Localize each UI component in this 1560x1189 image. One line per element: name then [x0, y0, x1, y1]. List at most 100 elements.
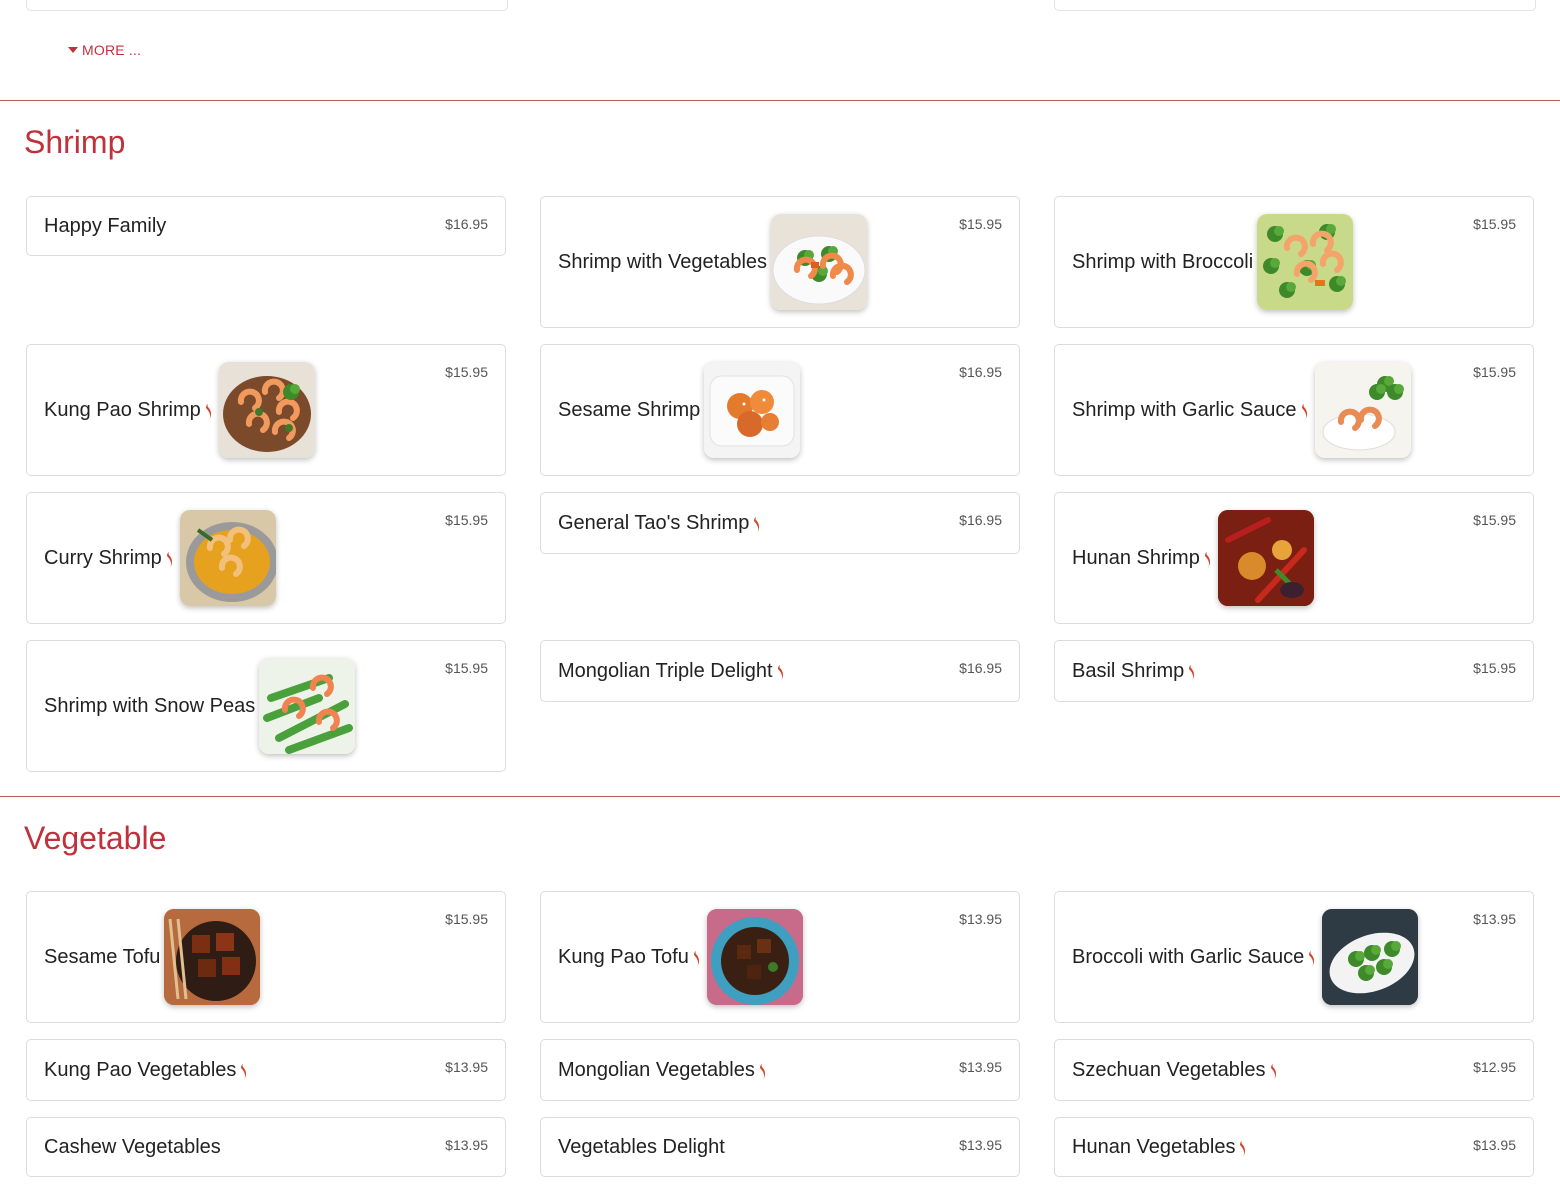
- menu-item-price: $15.95: [445, 364, 488, 380]
- dish-photo-shrimp-with-garlic-sauce[interactable]: [1314, 362, 1411, 458]
- shrimp-menu-grid: Happy Family $16.95 Shrimp with Vegetables…: [26, 196, 1534, 772]
- menu-item-name: Szechuan Vegetables: [1072, 1058, 1266, 1081]
- section-divider: [0, 796, 1560, 797]
- menu-item-card[interactable]: Hunan Shrimp $15.95: [1054, 492, 1534, 624]
- menu-item-price: $15.95: [445, 512, 488, 528]
- menu-item-name: Hunan Vegetables: [1072, 1135, 1236, 1158]
- chili-pepper-icon: [166, 551, 176, 571]
- menu-item-price: $16.95: [959, 660, 1002, 676]
- more-button[interactable]: MORE ...: [68, 42, 141, 58]
- dish-photo-sesame-shrimp[interactable]: [704, 362, 801, 458]
- menu-item-content: Basil Shrimp: [1072, 641, 1198, 701]
- menu-item-price: $15.95: [1473, 512, 1516, 528]
- menu-item-price: $13.95: [959, 911, 1002, 927]
- menu-item-content: Curry Shrimp: [44, 493, 276, 623]
- more-label: MORE ...: [82, 42, 142, 58]
- menu-item-price: $16.95: [959, 364, 1002, 380]
- menu-item-card[interactable]: Shrimp with Garlic Sauce $15.95: [1054, 344, 1534, 476]
- menu-item-content: Sesame Tofu: [44, 892, 261, 1022]
- menu-item-card[interactable]: Mongolian Vegetables $13.95: [540, 1039, 1020, 1101]
- menu-item-price: $15.95: [445, 911, 488, 927]
- menu-item-card[interactable]: Hunan Vegetables $13.95: [1054, 1117, 1534, 1177]
- menu-item-price: $15.95: [1473, 216, 1516, 232]
- menu-item-name: Kung Pao Shrimp: [44, 398, 201, 421]
- menu-item-content: Mongolian Vegetables: [558, 1040, 769, 1100]
- vegetable-menu-grid: Sesame Tofu $15.95 Kung Pao Tofu $13.95 Broc…: [26, 891, 1534, 1181]
- chili-pepper-icon: [1270, 1063, 1280, 1083]
- menu-item-content: Kung Pao Vegetables: [44, 1040, 250, 1100]
- chili-pepper-icon: [1301, 403, 1311, 423]
- dish-photo-kung-pao-tofu[interactable]: [706, 909, 803, 1005]
- menu-item-card[interactable]: Shrimp with Broccoli $15.95: [1054, 196, 1534, 328]
- previous-menu-card[interactable]: [26, 0, 508, 11]
- menu-item-card[interactable]: Broccoli with Garlic Sauce $13.95: [1054, 891, 1534, 1023]
- menu-item-name: General Tao's Shrimp: [558, 511, 750, 534]
- chili-pepper-icon: [753, 516, 763, 536]
- dish-photo-sesame-tofu[interactable]: [164, 909, 261, 1005]
- menu-item-price: $13.95: [959, 1137, 1002, 1153]
- caret-down-icon: [68, 47, 78, 53]
- menu-item-card[interactable]: General Tao's Shrimp $16.95: [540, 492, 1020, 554]
- menu-item-card[interactable]: Curry Shrimp $15.95: [26, 492, 506, 624]
- dish-photo-hunan-shrimp[interactable]: [1217, 510, 1314, 606]
- menu-item-content: Hunan Shrimp: [1072, 493, 1314, 623]
- dish-photo-kung-pao-shrimp[interactable]: [218, 362, 315, 458]
- menu-item-card[interactable]: Vegetables Delight $13.95: [540, 1117, 1020, 1177]
- chili-pepper-icon: [205, 403, 215, 423]
- menu-item-card[interactable]: Basil Shrimp $15.95: [1054, 640, 1534, 702]
- menu-item-price: $15.95: [1473, 364, 1516, 380]
- menu-item-content: Sesame Shrimp: [558, 345, 801, 475]
- menu-item-card[interactable]: Szechuan Vegetables $12.95: [1054, 1039, 1534, 1101]
- menu-item-card[interactable]: Kung Pao Tofu $13.95: [540, 891, 1020, 1023]
- menu-item-price: $16.95: [445, 216, 488, 232]
- menu-item-price: $13.95: [445, 1137, 488, 1153]
- menu-item-name: Shrimp with Snow Peas: [44, 694, 256, 717]
- dish-photo-curry-shrimp[interactable]: [179, 510, 276, 606]
- menu-item-card[interactable]: Kung Pao Shrimp $15.95: [26, 344, 506, 476]
- menu-item-name: Mongolian Triple Delight: [558, 659, 773, 682]
- menu-item-name: Kung Pao Tofu: [558, 945, 689, 968]
- menu-item-content: General Tao's Shrimp: [558, 493, 763, 553]
- menu-item-content: Vegetables Delight: [558, 1118, 725, 1176]
- dish-photo-shrimp-with-vegetables[interactable]: [771, 214, 868, 310]
- menu-item-content: Hunan Vegetables: [1072, 1118, 1249, 1176]
- section-title-vegetable: Vegetable: [24, 820, 167, 856]
- chili-pepper-icon: [693, 950, 703, 970]
- menu-item-name: Happy Family: [44, 214, 167, 237]
- menu-item-content: Shrimp with Broccoli: [1072, 197, 1354, 327]
- section-title-shrimp: Shrimp: [24, 124, 126, 160]
- menu-item-content: Shrimp with Vegetables: [558, 197, 868, 327]
- menu-item-card[interactable]: Shrimp with Snow Peas $15.95: [26, 640, 506, 772]
- menu-item-name: Broccoli with Garlic Sauce: [1072, 945, 1305, 968]
- menu-item-name: Mongolian Vegetables: [558, 1058, 755, 1081]
- menu-item-content: Szechuan Vegetables: [1072, 1040, 1280, 1100]
- menu-item-content: Cashew Vegetables: [44, 1118, 221, 1176]
- menu-item-price: $12.95: [1473, 1059, 1516, 1075]
- menu-item-name: Shrimp with Garlic Sauce: [1072, 398, 1297, 421]
- chili-pepper-icon: [1308, 950, 1318, 970]
- chili-pepper-icon: [1188, 664, 1198, 684]
- menu-item-card[interactable]: Sesame Shrimp $16.95: [540, 344, 1020, 476]
- chili-pepper-icon: [777, 664, 787, 684]
- dish-photo-shrimp-with-broccoli[interactable]: [1257, 214, 1354, 310]
- menu-item-card[interactable]: Shrimp with Vegetables $15.95: [540, 196, 1020, 328]
- menu-item-card[interactable]: Cashew Vegetables $13.95: [26, 1117, 506, 1177]
- menu-item-name: Kung Pao Vegetables: [44, 1058, 237, 1081]
- section-divider: [0, 100, 1560, 101]
- menu-item-name: Basil Shrimp: [1072, 659, 1185, 682]
- chili-pepper-icon: [240, 1063, 250, 1083]
- dish-photo-shrimp-with-snow-peas[interactable]: [259, 658, 356, 754]
- menu-item-card[interactable]: Happy Family $16.95: [26, 196, 506, 256]
- menu-item-card[interactable]: Sesame Tofu $15.95: [26, 891, 506, 1023]
- menu-item-card[interactable]: Mongolian Triple Delight $16.95: [540, 640, 1020, 702]
- menu-item-price: $15.95: [445, 660, 488, 676]
- dish-photo-broccoli-with-garlic-sauce[interactable]: [1322, 909, 1419, 1005]
- menu-item-content: Broccoli with Garlic Sauce: [1072, 892, 1419, 1022]
- previous-menu-card[interactable]: [1054, 0, 1536, 11]
- menu-item-card[interactable]: Kung Pao Vegetables $13.95: [26, 1039, 506, 1101]
- menu-item-price: $16.95: [959, 512, 1002, 528]
- menu-item-name: Shrimp with Broccoli: [1072, 250, 1254, 273]
- menu-item-name: Cashew Vegetables: [44, 1135, 221, 1158]
- menu-item-content: Shrimp with Snow Peas: [44, 641, 356, 771]
- menu-item-price: $13.95: [959, 1059, 1002, 1075]
